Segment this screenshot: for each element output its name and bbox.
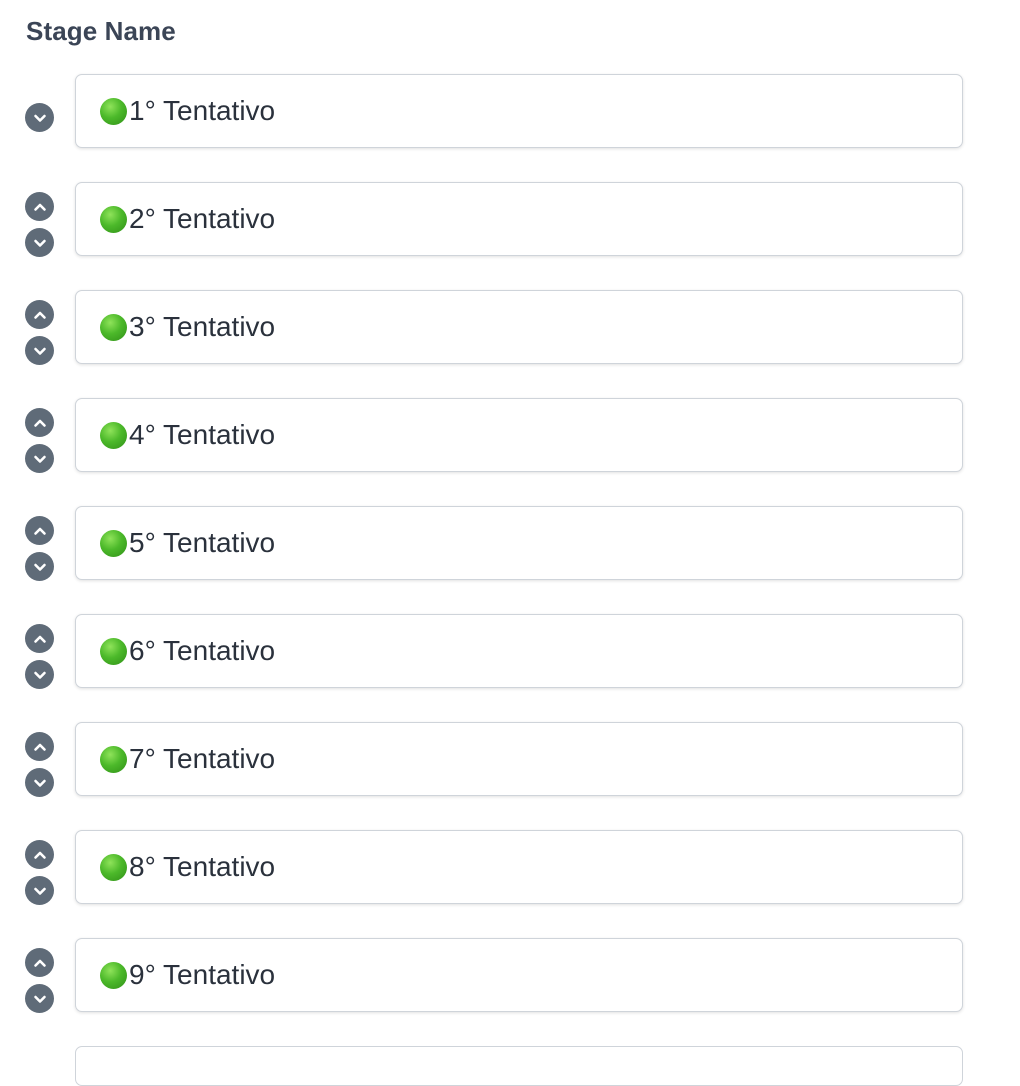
- stage-list: 1° Tentativo 2° Tentativo 3° Tentativo 4° T…: [0, 74, 1020, 1046]
- chevron-up-icon: [32, 199, 48, 215]
- stage-name-value: 9° Tentativo: [129, 959, 276, 990]
- stage-reorder-controls: [25, 398, 55, 474]
- chevron-up-icon: [32, 739, 48, 755]
- stage-reorder-controls: [25, 182, 55, 258]
- move-up-button[interactable]: [25, 948, 54, 977]
- green-circle-icon: [100, 853, 127, 881]
- chevron-down-icon: [32, 451, 48, 467]
- green-circle-icon: [100, 97, 127, 125]
- stage-name-value: 6° Tentativo: [129, 635, 276, 666]
- stage-row: 6° Tentativo: [0, 614, 1020, 690]
- green-circle-icon: [100, 637, 127, 665]
- move-down-button[interactable]: [25, 552, 54, 581]
- move-down-button[interactable]: [25, 103, 54, 132]
- stage-reorder-controls: [25, 506, 55, 582]
- move-down-button[interactable]: [25, 768, 54, 797]
- stage-name-input[interactable]: 1° Tentativo: [75, 74, 963, 148]
- green-circle-icon: [100, 205, 127, 233]
- move-up-button[interactable]: [25, 192, 54, 221]
- stage-reorder-controls: [25, 722, 55, 798]
- move-up-button[interactable]: [25, 408, 54, 437]
- chevron-down-icon: [32, 343, 48, 359]
- stage-input-partial[interactable]: [75, 1046, 963, 1086]
- stage-name-value: 1° Tentativo: [129, 95, 276, 126]
- stage-name-input[interactable]: 3° Tentativo: [75, 290, 963, 364]
- chevron-up-icon: [32, 631, 48, 647]
- move-down-button[interactable]: [25, 984, 54, 1013]
- chevron-up-icon: [32, 307, 48, 323]
- stage-name-input[interactable]: 4° Tentativo: [75, 398, 963, 472]
- green-circle-icon: [100, 529, 127, 557]
- stage-name-input[interactable]: 2° Tentativo: [75, 182, 963, 256]
- green-circle-icon: [100, 421, 127, 449]
- chevron-down-icon: [32, 667, 48, 683]
- stage-name-value: 8° Tentativo: [129, 851, 276, 882]
- move-up-button[interactable]: [25, 840, 54, 869]
- chevron-down-icon: [32, 110, 48, 126]
- green-circle-icon: [100, 745, 127, 773]
- stage-reorder-controls: [25, 830, 55, 906]
- stage-row: 2° Tentativo: [0, 182, 1020, 258]
- stage-name-input[interactable]: 6° Tentativo: [75, 614, 963, 688]
- green-circle-icon: [100, 961, 127, 989]
- chevron-up-icon: [32, 847, 48, 863]
- stage-row: 5° Tentativo: [0, 506, 1020, 582]
- stage-reorder-controls: [25, 74, 55, 150]
- move-down-button[interactable]: [25, 660, 54, 689]
- stage-row: 4° Tentativo: [0, 398, 1020, 474]
- stage-name-value: 3° Tentativo: [129, 311, 276, 342]
- chevron-up-icon: [32, 955, 48, 971]
- stage-row: 9° Tentativo: [0, 938, 1020, 1014]
- chevron-down-icon: [32, 559, 48, 575]
- move-down-button[interactable]: [25, 444, 54, 473]
- move-up-button[interactable]: [25, 732, 54, 761]
- chevron-up-icon: [32, 523, 48, 539]
- move-down-button[interactable]: [25, 336, 54, 365]
- move-down-button[interactable]: [25, 228, 54, 257]
- chevron-down-icon: [32, 883, 48, 899]
- stage-reorder-controls: [25, 938, 55, 1014]
- chevron-down-icon: [32, 235, 48, 251]
- stage-name-input[interactable]: 7° Tentativo: [75, 722, 963, 796]
- stage-name-input[interactable]: 8° Tentativo: [75, 830, 963, 904]
- stage-name-value: 7° Tentativo: [129, 743, 276, 774]
- move-down-button[interactable]: [25, 876, 54, 905]
- stage-name-value: 2° Tentativo: [129, 203, 276, 234]
- chevron-down-icon: [32, 991, 48, 1007]
- stage-row: 3° Tentativo: [0, 290, 1020, 366]
- green-circle-icon: [100, 313, 127, 341]
- stage-row: 7° Tentativo: [0, 722, 1020, 798]
- stage-name-value: 5° Tentativo: [129, 527, 276, 558]
- chevron-up-icon: [32, 415, 48, 431]
- stage-name-input[interactable]: 9° Tentativo: [75, 938, 963, 1012]
- stage-name-header: Stage Name: [26, 16, 176, 46]
- stage-reorder-controls: [25, 614, 55, 690]
- move-up-button[interactable]: [25, 516, 54, 545]
- move-up-button[interactable]: [25, 300, 54, 329]
- stage-row: 8° Tentativo: [0, 830, 1020, 906]
- stage-reorder-controls: [25, 290, 55, 366]
- move-up-button[interactable]: [25, 624, 54, 653]
- stage-name-value: 4° Tentativo: [129, 419, 276, 450]
- stage-row: 1° Tentativo: [0, 74, 1020, 150]
- stage-name-input[interactable]: 5° Tentativo: [75, 506, 963, 580]
- chevron-down-icon: [32, 775, 48, 791]
